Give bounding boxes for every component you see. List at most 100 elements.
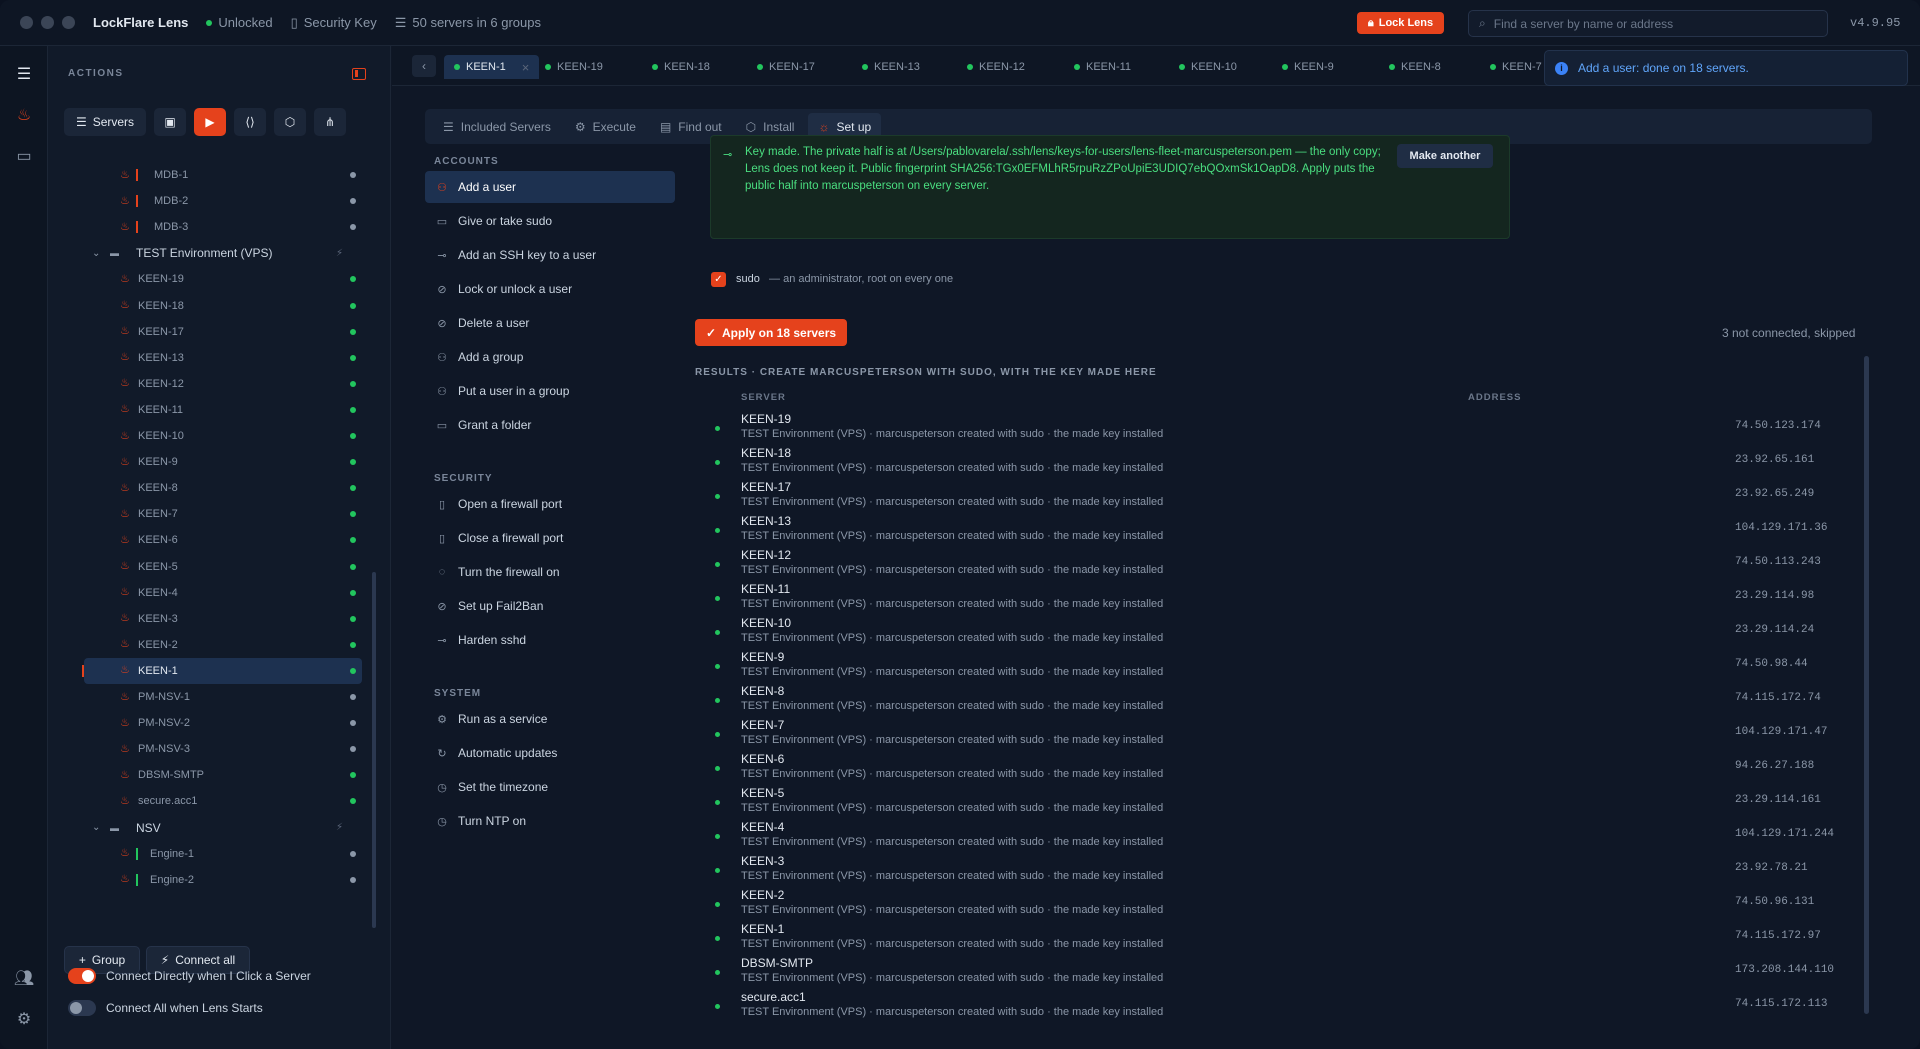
tree-server[interactable]: ♨ KEEN-12 xyxy=(48,371,368,397)
play-segment[interactable]: ▶ xyxy=(194,108,226,136)
status-dot xyxy=(715,460,720,465)
tree-server[interactable]: ♨ KEEN-8 xyxy=(48,475,368,501)
tree-server[interactable]: ♨ PM-NSV-2 xyxy=(48,710,368,736)
tree-group[interactable]: ⌄ ▬ NSV ⚡︎ xyxy=(48,815,368,841)
tab-label: KEEN-12 xyxy=(979,61,1025,73)
users-rail-icon[interactable]: 👥︎ xyxy=(12,966,36,990)
lightning-icon[interactable]: ⚡︎ xyxy=(336,248,343,259)
code-segment[interactable]: ⟨⟩ xyxy=(234,108,266,136)
server-search[interactable]: ⌕ ⌘P xyxy=(1468,10,1828,37)
action-item[interactable]: ▯ Close a firewall port xyxy=(425,522,675,554)
result-status: TEST Environment (VPS) · marcuspeterson … xyxy=(741,564,1164,576)
tree-server[interactable]: ♨ DBSM-SMTP xyxy=(48,762,368,788)
action-item[interactable]: ◷ Turn NTP on xyxy=(425,805,675,837)
servers-rail-icon[interactable]: ☰ xyxy=(12,62,36,86)
tab-keen-19[interactable]: KEEN-19 xyxy=(545,55,603,79)
action-item[interactable]: ▯ Open a firewall port xyxy=(425,488,675,520)
action-item[interactable]: ◷ Set the timezone xyxy=(425,771,675,803)
tree-server[interactable]: ♨ KEEN-6 xyxy=(48,527,368,553)
connect-directly-toggle[interactable] xyxy=(68,968,96,984)
servers-segment[interactable]: ☰ Servers xyxy=(64,108,146,136)
tree-server[interactable]: ♨ MDB-1 xyxy=(48,162,368,188)
minimize-window-button[interactable] xyxy=(41,16,54,29)
tree-server[interactable]: ♨ KEEN-13 xyxy=(48,345,368,371)
subtab-execute[interactable]: ⚙ Execute xyxy=(565,113,646,141)
tree-server[interactable]: ♨ KEEN-19 xyxy=(48,266,368,292)
tab-keen-11[interactable]: KEEN-11 xyxy=(1074,55,1131,79)
lightning-icon[interactable]: ⚡︎ xyxy=(336,822,343,833)
tree-server[interactable]: ♨ KEEN-10 xyxy=(48,423,368,449)
close-window-button[interactable] xyxy=(20,16,33,29)
check-icon: ✓ xyxy=(714,274,723,285)
tree-server[interactable]: ♨ PM-NSV-1 xyxy=(48,684,368,710)
tab-keen-12[interactable]: KEEN-12 xyxy=(967,55,1025,79)
sudo-checkbox[interactable]: ✓ xyxy=(711,272,726,287)
tree-server[interactable]: ♨ KEEN-1 xyxy=(82,657,362,684)
action-item[interactable]: ⚙ Run as a service xyxy=(425,703,675,735)
tree-server[interactable]: ♨ KEEN-9 xyxy=(48,449,368,475)
tab-keen-10[interactable]: KEEN-10 xyxy=(1179,55,1237,79)
tree-server[interactable]: ♨ KEEN-17 xyxy=(48,319,368,345)
box-segment[interactable]: ⬡ xyxy=(274,108,306,136)
tab-keen-18[interactable]: KEEN-18 xyxy=(652,55,710,79)
tree-server[interactable]: ♨ MDB-3 xyxy=(48,214,368,240)
tree-server[interactable]: ♨ secure.acc1 xyxy=(48,788,368,814)
action-item[interactable]: ↻ Automatic updates xyxy=(425,737,675,769)
tree-server[interactable]: ♨ Engine-1 xyxy=(48,841,368,867)
action-item[interactable]: ⚇ Add a user xyxy=(425,171,675,203)
tree-server[interactable]: ♨ PM-NSV-3 xyxy=(48,736,368,762)
chevron-left-icon: ‹ xyxy=(422,59,426,73)
status-dot xyxy=(715,800,720,805)
tab-keen-7[interactable]: KEEN-7 xyxy=(1490,55,1542,79)
tab-keen-13[interactable]: KEEN-13 xyxy=(862,55,920,79)
flame-rail-icon[interactable]: ♨ xyxy=(12,103,36,127)
action-item[interactable]: ◌ Turn the firewall on xyxy=(425,556,675,588)
tree-server-label: MDB-2 xyxy=(154,195,189,208)
tree-server[interactable]: ♨ KEEN-18 xyxy=(48,293,368,319)
tree-server[interactable]: ♨ KEEN-2 xyxy=(48,632,368,658)
terminal-segment[interactable]: ▣ xyxy=(154,108,186,136)
zoom-window-button[interactable] xyxy=(62,16,75,29)
server-stack-icon: ☰ xyxy=(394,14,407,30)
lock-lens-button[interactable]: 🔒︎ Lock Lens xyxy=(1357,12,1444,34)
apply-button[interactable]: ✓ Apply on 18 servers xyxy=(695,319,847,346)
tree-server[interactable]: ♨ KEEN-11 xyxy=(48,397,368,423)
action-item[interactable]: ⚇ Put a user in a group xyxy=(425,375,675,407)
tree-server[interactable]: ♨ Engine-2 xyxy=(48,867,368,893)
tree-server[interactable]: ♨ KEEN-3 xyxy=(48,606,368,632)
tree-group[interactable]: ⌄ ▬ TEST Environment (VPS) ⚡︎ xyxy=(48,240,368,266)
result-address: 104.129.171.244 xyxy=(1735,828,1835,840)
action-item[interactable]: ▭ Give or take sudo xyxy=(425,205,675,237)
action-item[interactable]: ⚇ Add a group xyxy=(425,341,675,373)
folder-rail-icon[interactable]: ▭ xyxy=(12,144,36,168)
tab-keen-8[interactable]: KEEN-8 xyxy=(1389,55,1441,79)
result-server-name: KEEN-6 xyxy=(741,752,785,766)
action-item[interactable]: ⊸ Harden sshd xyxy=(425,624,675,656)
action-item[interactable]: ⊘ Lock or unlock a user xyxy=(425,273,675,305)
tree-server[interactable]: ♨ KEEN-5 xyxy=(48,554,368,580)
network-segment[interactable]: ⋔ xyxy=(314,108,346,136)
make-another-button[interactable]: Make another xyxy=(1397,144,1493,168)
tree-server[interactable]: ♨ MDB-2 xyxy=(48,188,368,214)
result-status: TEST Environment (VPS) · marcuspeterson … xyxy=(741,530,1164,542)
subtab-included-servers[interactable]: ☰ Included Servers xyxy=(433,113,561,141)
result-status: TEST Environment (VPS) · marcuspeterson … xyxy=(741,496,1164,508)
action-item[interactable]: ⊸ Add an SSH key to a user xyxy=(425,239,675,271)
tab-keen-17[interactable]: KEEN-17 xyxy=(757,55,815,79)
sidebar-scrollbar[interactable] xyxy=(372,572,376,928)
action-item[interactable]: ⊘ Delete a user xyxy=(425,307,675,339)
sidebar-toggle-icon[interactable] xyxy=(352,68,366,80)
tree-server-label: KEEN-7 xyxy=(138,508,178,521)
tree-server[interactable]: ♨ KEEN-4 xyxy=(48,580,368,606)
action-item[interactable]: ⊘ Set up Fail2Ban xyxy=(425,590,675,622)
tab-keen-9[interactable]: KEEN-9 xyxy=(1282,55,1334,79)
tree-server[interactable]: ♨ KEEN-7 xyxy=(48,501,368,527)
search-input[interactable] xyxy=(1493,16,1794,31)
close-icon[interactable]: × xyxy=(522,60,530,75)
action-item[interactable]: ▭ Grant a folder xyxy=(425,409,675,441)
connect-on-start-toggle[interactable] xyxy=(68,1000,96,1016)
results-scrollbar[interactable] xyxy=(1864,356,1869,1014)
tabs-back-button[interactable]: ‹ xyxy=(412,55,436,77)
tab-keen-1[interactable]: KEEN-1 × xyxy=(444,55,540,79)
gear-icon[interactable]: ⚙ xyxy=(12,1007,36,1031)
